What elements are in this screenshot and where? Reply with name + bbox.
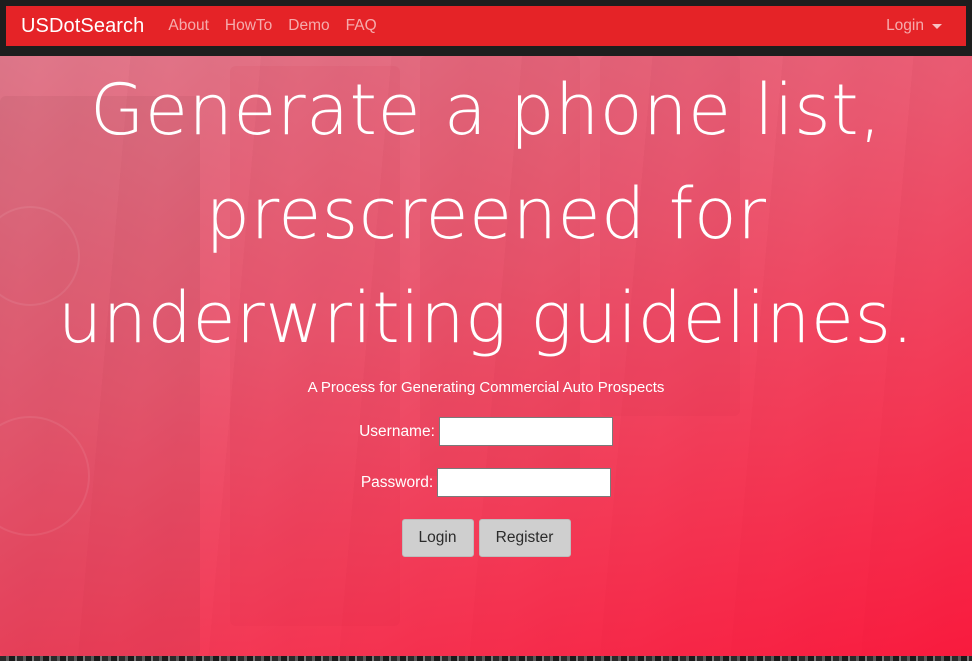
hero-headline: Generate a phone list, prescreened for u… [0, 58, 972, 370]
headline-line-2: prescreened for [205, 173, 767, 255]
nav-link-howto[interactable]: HowTo [225, 17, 272, 35]
password-label: Password: [360, 473, 434, 491]
bottom-strip [0, 656, 972, 661]
headline-line-1: Generate a phone list, [90, 69, 882, 151]
navbar: USDotSearch About HowTo Demo FAQ Login [6, 6, 966, 46]
login-dropdown[interactable]: Login [886, 6, 942, 46]
username-label: Username: [359, 422, 435, 440]
password-row: Password: [0, 468, 972, 497]
caret-down-icon [932, 24, 942, 29]
form-buttons: Login Register [0, 519, 972, 557]
username-row: Username: [0, 417, 972, 446]
nav-link-about[interactable]: About [168, 17, 209, 35]
login-dropdown-label: Login [886, 17, 924, 34]
nav-link-demo[interactable]: Demo [288, 17, 329, 35]
brand-link[interactable]: USDotSearch [21, 15, 144, 38]
nav-link-faq[interactable]: FAQ [346, 17, 377, 35]
password-input[interactable] [437, 468, 612, 497]
hero-subtitle: A Process for Generating Commercial Auto… [307, 379, 665, 396]
register-button[interactable]: Register [478, 519, 571, 557]
username-input[interactable] [438, 417, 613, 446]
login-button[interactable]: Login [401, 519, 474, 557]
headline-line-3: underwriting guidelines. [57, 277, 915, 359]
page: USDotSearch About HowTo Demo FAQ Login G… [0, 0, 972, 661]
